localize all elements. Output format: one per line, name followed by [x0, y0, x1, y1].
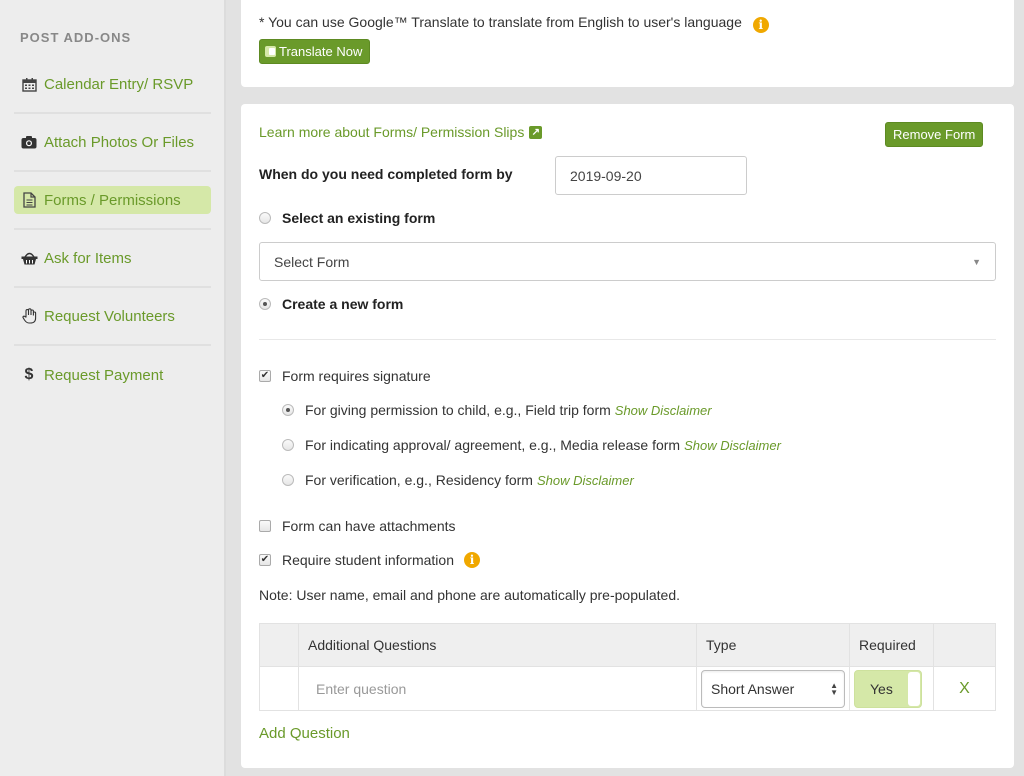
- sidebar-item-label: Ask for Items: [44, 249, 132, 267]
- translate-now-label: Translate Now: [279, 44, 363, 59]
- col-header-question: Additional Questions: [298, 623, 697, 667]
- divider: [259, 339, 996, 340]
- sidebar: POST ADD-ONS Calendar Entry/ RSVP Attach…: [0, 0, 226, 776]
- sidebar-list: Calendar Entry/ RSVP Attach Photos Or Fi…: [14, 56, 211, 404]
- select-form-dropdown[interactable]: Select Form ▼: [259, 242, 996, 281]
- attachments-option[interactable]: Form can have attachments: [259, 518, 456, 534]
- toggle-knob: [908, 671, 920, 706]
- requires-signature-checkbox[interactable]: ✔: [259, 370, 271, 382]
- chevron-down-icon: ▼: [972, 256, 981, 267]
- dollar-icon: $: [24, 366, 34, 383]
- learn-more-label: Learn more about Forms/ Permission Slips: [259, 124, 525, 140]
- student-info-label: Require student information: [282, 552, 454, 568]
- signature-radio[interactable]: [282, 439, 294, 451]
- attachments-label: Form can have attachments: [282, 518, 456, 534]
- attachments-checkbox[interactable]: [259, 520, 271, 532]
- signature-option-label: For verification, e.g., Residency form: [305, 472, 533, 488]
- required-cell: Yes: [849, 666, 934, 711]
- signature-option-verification[interactable]: For verification, e.g., Residency form S…: [282, 472, 634, 488]
- sidebar-item-attach[interactable]: Attach Photos Or Files: [14, 114, 211, 172]
- prepopulated-note: Note: User name, email and phone are aut…: [259, 587, 681, 603]
- info-icon[interactable]: i: [752, 17, 769, 33]
- sidebar-item-label: Attach Photos Or Files: [44, 133, 195, 151]
- calendar-icon: [20, 75, 38, 93]
- show-disclaimer-link[interactable]: Show Disclaimer: [537, 473, 634, 488]
- sidebar-item-label: Request Payment: [44, 366, 164, 384]
- create-new-option[interactable]: Create a new form: [259, 296, 403, 312]
- col-header-required: Required: [849, 623, 934, 667]
- sidebar-item-ask-items[interactable]: Ask for Items: [14, 230, 211, 288]
- translate-note-row: * You can use Google™ Translate to trans…: [259, 14, 769, 33]
- sidebar-item-volunteers[interactable]: Request Volunteers: [14, 288, 211, 346]
- question-input[interactable]: [303, 670, 692, 707]
- create-new-label: Create a new form: [282, 296, 404, 312]
- question-cell: [298, 666, 697, 711]
- delete-question-button[interactable]: X: [933, 666, 996, 711]
- form-card: Learn more about Forms/ Permission Slips…: [241, 104, 1014, 768]
- col-header-type: Type: [696, 623, 850, 667]
- requires-signature-label: Form requires signature: [282, 368, 431, 384]
- required-toggle[interactable]: Yes: [854, 669, 922, 708]
- signature-option-label: For giving permission to child, e.g., Fi…: [305, 402, 611, 418]
- student-info-option[interactable]: ✔ Require student information i: [259, 552, 480, 568]
- signature-radio[interactable]: [282, 404, 294, 416]
- updown-arrow-icon: ▲ ▼: [830, 680, 838, 697]
- info-icon[interactable]: i: [464, 552, 480, 568]
- document-icon: [20, 191, 38, 209]
- signature-radio[interactable]: [282, 474, 294, 486]
- learn-more-link[interactable]: Learn more about Forms/ Permission Slips…: [259, 124, 543, 140]
- add-question-link[interactable]: Add Question: [259, 725, 350, 742]
- select-existing-radio[interactable]: [259, 212, 271, 224]
- sidebar-heading: POST ADD-ONS: [20, 30, 132, 45]
- question-type-select[interactable]: Short Answer ▲ ▼: [701, 669, 845, 708]
- sidebar-item-calendar[interactable]: Calendar Entry/ RSVP: [14, 56, 211, 114]
- translate-now-button[interactable]: Translate Now: [259, 39, 371, 64]
- sidebar-item-forms[interactable]: Forms / Permissions: [14, 172, 211, 230]
- required-toggle-label: Yes: [870, 680, 893, 697]
- sidebar-item-payment[interactable]: $ Request Payment: [14, 346, 211, 404]
- due-date-label: When do you need completed form by: [259, 166, 513, 182]
- col-header-handle: [259, 623, 299, 667]
- show-disclaimer-link[interactable]: Show Disclaimer: [615, 403, 712, 418]
- due-date-input[interactable]: [555, 156, 747, 195]
- select-form-value: Select Form: [274, 253, 350, 270]
- sidebar-item-label: Request Volunteers: [44, 307, 175, 325]
- show-disclaimer-link[interactable]: Show Disclaimer: [684, 438, 781, 453]
- sidebar-item-label: Calendar Entry/ RSVP: [44, 75, 194, 93]
- translate-card: * You can use Google™ Translate to trans…: [241, 0, 1014, 87]
- select-existing-option[interactable]: Select an existing form: [259, 210, 435, 226]
- signature-option-label: For indicating approval/ agreement, e.g.…: [305, 437, 681, 453]
- translate-note: * You can use Google™ Translate to trans…: [259, 14, 742, 30]
- signature-option-permission[interactable]: For giving permission to child, e.g., Fi…: [282, 402, 712, 418]
- signature-option-approval[interactable]: For indicating approval/ agreement, e.g.…: [282, 437, 781, 453]
- table-header-row: Additional Questions Type Required: [259, 623, 996, 667]
- questions-table: Additional Questions Type Required Short…: [259, 623, 996, 711]
- create-new-radio[interactable]: [259, 298, 271, 310]
- hand-icon: [20, 307, 38, 325]
- student-info-checkbox[interactable]: ✔: [259, 554, 271, 566]
- drag-handle-cell: [259, 666, 299, 711]
- camera-icon: [20, 133, 38, 151]
- translate-icon: [265, 46, 276, 57]
- col-header-actions: [933, 623, 996, 667]
- sidebar-item-label: Forms / Permissions: [44, 191, 181, 209]
- question-type-value: Short Answer: [711, 680, 795, 697]
- basket-icon: [20, 249, 38, 267]
- external-link-icon: ↗: [529, 125, 543, 139]
- table-row: Short Answer ▲▼ Yes X: [259, 666, 996, 711]
- type-cell: Short Answer ▲ ▼: [696, 666, 850, 711]
- requires-signature-option[interactable]: ✔ Form requires signature: [259, 368, 431, 384]
- remove-form-button[interactable]: Remove Form: [885, 122, 984, 147]
- select-existing-label: Select an existing form: [282, 210, 436, 226]
